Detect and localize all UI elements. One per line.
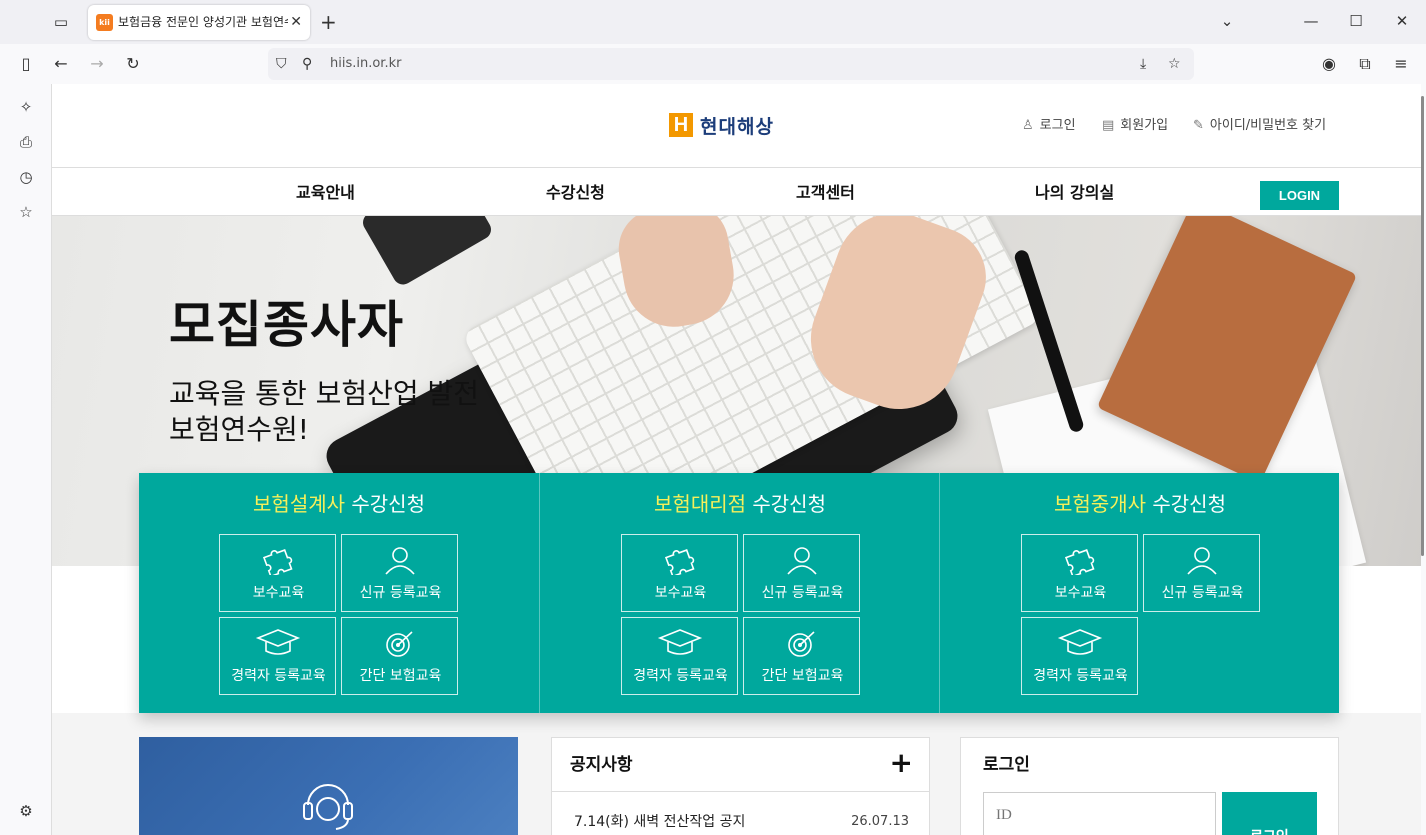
logo-mark: H [669, 113, 693, 137]
course-column-title: 보험대리점 수강신청 [654, 492, 826, 516]
synced-tabs-icon[interactable]: ⎙ [14, 131, 38, 153]
minimize-icon[interactable]: — [1296, 8, 1326, 34]
hero-subtitle-line2: 보험연수원! [169, 413, 310, 446]
nav-item-my-classroom[interactable]: 나의 강의실 [1035, 182, 1114, 204]
hero-subtitle-line1: 교육을 통한 보험산업 발전 [169, 377, 480, 410]
target-icon [788, 631, 815, 657]
headset-icon [303, 784, 353, 830]
tab-title: 보험금융 전문인 양성기관 보험연수원 [118, 15, 288, 29]
logo-text: 현대해상 [700, 115, 774, 138]
permissions-icon[interactable]: ⚲ [302, 54, 312, 74]
ai-chat-icon[interactable]: ✧ [14, 96, 38, 118]
hero-title: 모집종사자 [169, 296, 404, 354]
puzzle-icon [262, 549, 293, 575]
url-text[interactable]: hiis.in.or.kr [330, 55, 401, 73]
web-page: H 현대해상 ♙ 로그인 ▤ 회원가입 ✎ 아이디/비밀번호 찾기 교육안내 수강신청… [51, 84, 1421, 835]
clipboard-icon: ▤ [1102, 118, 1115, 133]
star-icon[interactable]: ☆ [1168, 54, 1181, 74]
person-icon [1187, 547, 1217, 575]
notice-item-date: 26.07.13 [851, 814, 909, 829]
main-nav: 교육안내 수강신청 고객센터 나의 강의실 LOGIN [52, 168, 1421, 216]
notice-box: 공지사항 + 7.14(화) 새벽 전산작업 공지 26.07.13 [551, 737, 930, 835]
course-new-registration-button[interactable]: 신규 등록교육 [341, 534, 458, 612]
hero-phone-image [359, 216, 495, 289]
history-icon[interactable]: ◷ [14, 166, 38, 188]
nav-item-customer-center[interactable]: 고객센터 [796, 182, 855, 204]
puzzle-icon [664, 549, 695, 575]
login-submit-button[interactable]: 로그인 [1222, 792, 1317, 835]
header-find-account-link[interactable]: ✎ 아이디/비밀번호 찾기 [1193, 116, 1326, 136]
menu-icon[interactable]: ≡ [1389, 53, 1413, 75]
maximize-icon[interactable]: ☐ [1341, 8, 1371, 34]
tab-list-icon[interactable]: ▭ [50, 12, 72, 32]
course-column-title: 보험중개사 수강신청 [1054, 492, 1226, 516]
course-column-title: 보험설계사 수강신청 [253, 492, 425, 516]
person-icon [385, 547, 415, 575]
header-signup-link[interactable]: ▤ 회원가입 [1102, 116, 1168, 136]
site-header: H 현대해상 ♙ 로그인 ▤ 회원가입 ✎ 아이디/비밀번호 찾기 [52, 84, 1421, 168]
site-favicon: kii [96, 14, 113, 31]
site-logo[interactable]: H 현대해상 [669, 110, 774, 140]
login-box: 로그인 로그인 [960, 737, 1339, 835]
forward-icon[interactable]: → [85, 53, 109, 75]
nav-item-course-apply[interactable]: 수강신청 [546, 182, 605, 204]
target-icon [386, 631, 413, 657]
course-renewal-button[interactable]: 보수교육 [1021, 534, 1138, 612]
reload-icon[interactable]: ↻ [121, 53, 145, 75]
page-scrollbar-thumb[interactable] [1421, 96, 1424, 556]
customer-center-banner[interactable] [139, 737, 518, 835]
plus-icon[interactable]: + [320, 10, 337, 34]
sidebar-toggle-icon[interactable]: ▯ [14, 53, 38, 75]
graduation-cap-icon [657, 629, 703, 655]
browser-sidebar: ✧ ⎙ ◷ ☆ ⚙ [0, 84, 51, 835]
notice-header: 공지사항 + [552, 738, 929, 792]
shield-icon[interactable]: ⛉ [276, 54, 287, 74]
course-column-agency: 보험대리점 수강신청 보수교육 신규 등록교육 경력자 등록교육 간단 보험교육 [539, 473, 939, 713]
person-icon [787, 547, 817, 575]
header-login-link[interactable]: ♙ 로그인 [1022, 116, 1076, 136]
course-experienced-registration-button[interactable]: 경력자 등록교육 [621, 617, 738, 695]
user-icon: ♙ [1022, 118, 1034, 133]
course-column-planner: 보험설계사 수강신청 보수교육 신규 등록교육 경력자 등록교육 간단 보험교육 [139, 473, 539, 713]
course-experienced-registration-button[interactable]: 경력자 등록교육 [219, 617, 336, 695]
course-simple-insurance-button[interactable]: 간단 보험교육 [743, 617, 860, 695]
download-icon[interactable]: ⤓ [1140, 54, 1146, 74]
notice-item-title[interactable]: 7.14(화) 새벽 전산작업 공지 [574, 812, 745, 832]
edit-icon: ✎ [1193, 118, 1204, 133]
course-apply-panel: 보험설계사 수강신청 보수교육 신규 등록교육 경력자 등록교육 간단 보험교육… [139, 473, 1339, 713]
graduation-cap-icon [1057, 629, 1103, 655]
course-simple-insurance-button[interactable]: 간단 보험교육 [341, 617, 458, 695]
close-icon[interactable]: ✕ [290, 13, 302, 31]
graduation-cap-icon [255, 629, 301, 655]
back-icon[interactable]: ← [49, 53, 73, 75]
course-column-broker: 보험중개사 수강신청 보수교육 신규 등록교육 경력자 등록교육 [939, 473, 1339, 713]
close-window-icon[interactable]: ✕ [1387, 8, 1417, 34]
nav-login-button[interactable]: LOGIN [1260, 181, 1339, 210]
id-input[interactable] [983, 792, 1216, 835]
login-box-title: 로그인 [983, 755, 1030, 775]
course-renewal-button[interactable]: 보수교육 [621, 534, 738, 612]
account-icon[interactable]: ◉ [1317, 53, 1341, 75]
url-bar[interactable]: ⛉ ⚲ hiis.in.or.kr ⤓ ☆ [268, 48, 1194, 80]
notice-title: 공지사항 [570, 755, 633, 775]
browser-tab-bar: ▭ kii 보험금융 전문인 양성기관 보험연수원 ✕ + ⌄ — ☐ ✕ [0, 0, 1426, 44]
hero-subtitle: 교육을 통한 보험산업 발전 보험연수원! [169, 376, 479, 448]
notice-more-button[interactable]: + [890, 748, 913, 778]
chevron-down-icon[interactable]: ⌄ [1212, 8, 1242, 34]
settings-icon[interactable]: ⚙ [14, 800, 38, 822]
bookmarks-icon[interactable]: ☆ [14, 201, 38, 223]
browser-tab[interactable]: kii 보험금융 전문인 양성기관 보험연수원 ✕ [88, 5, 310, 40]
course-experienced-registration-button[interactable]: 경력자 등록교육 [1021, 617, 1138, 695]
course-new-registration-button[interactable]: 신규 등록교육 [743, 534, 860, 612]
extensions-icon[interactable]: ⧉ [1353, 53, 1377, 75]
puzzle-icon [1064, 549, 1095, 575]
nav-item-education-info[interactable]: 교육안내 [296, 182, 355, 204]
course-renewal-button[interactable]: 보수교육 [219, 534, 336, 612]
course-new-registration-button[interactable]: 신규 등록교육 [1143, 534, 1260, 612]
